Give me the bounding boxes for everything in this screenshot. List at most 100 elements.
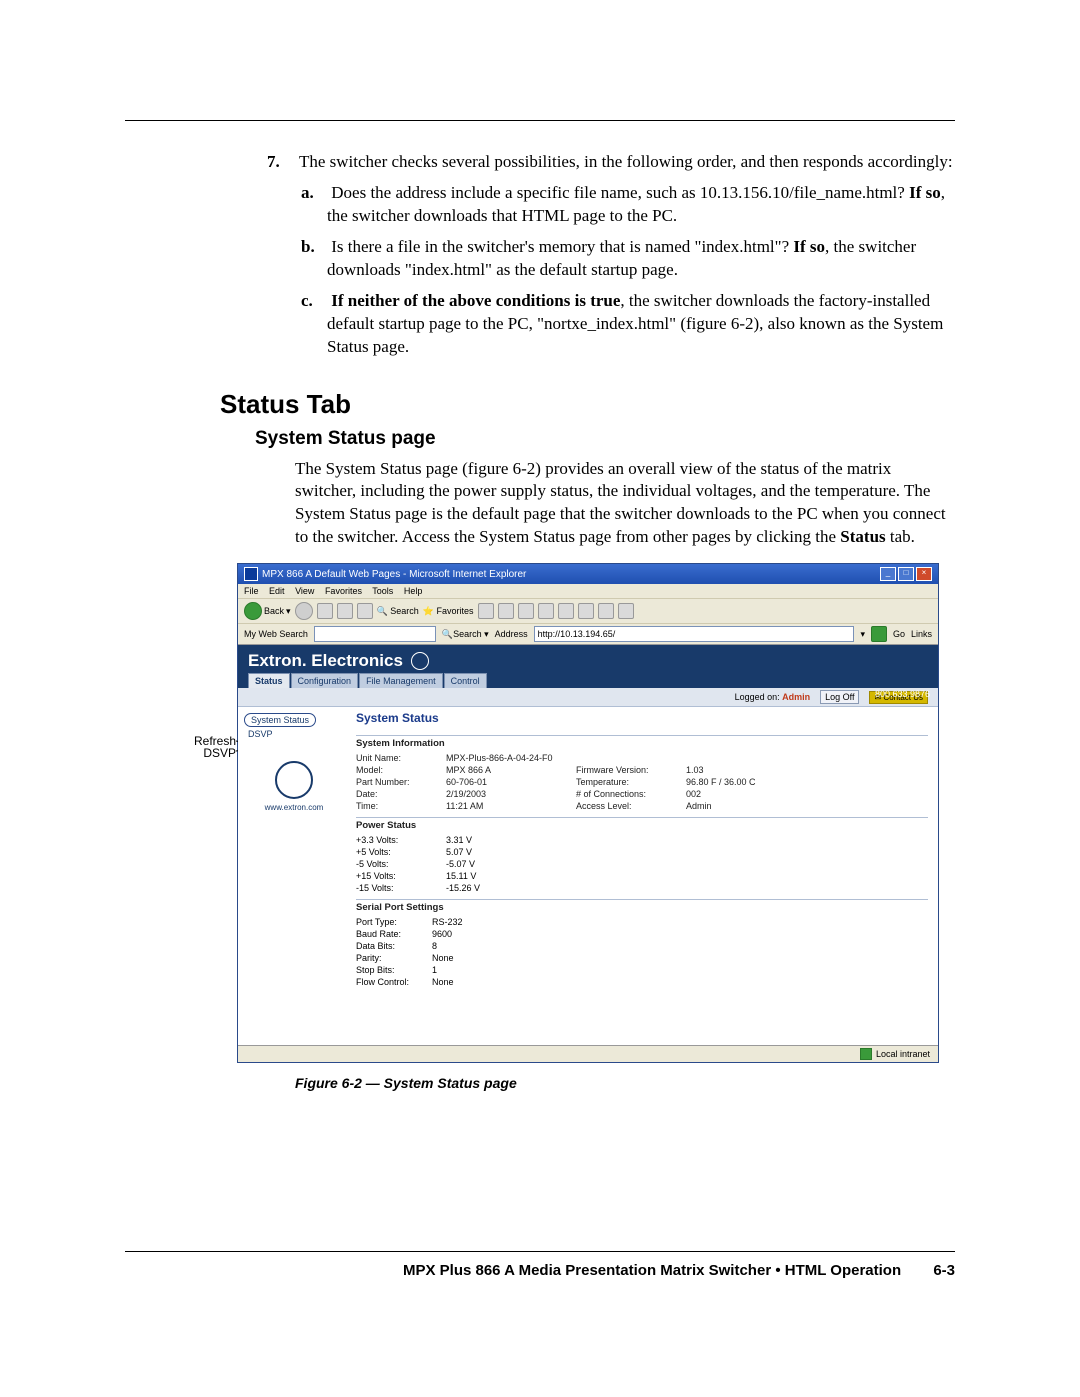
logged-user: Admin bbox=[782, 692, 810, 702]
brand-logo-icon bbox=[411, 652, 429, 670]
status-text: Local intranet bbox=[876, 1049, 930, 1059]
go-label[interactable]: Go bbox=[893, 629, 905, 639]
model-value: MPX 866 A bbox=[446, 765, 576, 775]
sidebar-dsvp[interactable]: DSVP bbox=[248, 729, 273, 739]
tab-configuration[interactable]: Configuration bbox=[291, 673, 359, 688]
heading-system-status: System Status page bbox=[255, 428, 955, 450]
conn-label: # of Connections: bbox=[576, 789, 686, 799]
address-label: Address bbox=[495, 629, 528, 639]
search-label: My Web Search bbox=[244, 629, 308, 639]
power-head: Power Status bbox=[356, 820, 928, 831]
window-title: MPX 866 A Default Web Pages - Microsoft … bbox=[262, 569, 526, 580]
footer-text: MPX Plus 866 A Media Presentation Matrix… bbox=[403, 1262, 901, 1279]
annotation-labels: Refresh DSVP bbox=[194, 735, 236, 759]
tab-control[interactable]: Control bbox=[444, 673, 487, 688]
search-button[interactable]: 🔍 Search bbox=[377, 606, 419, 617]
sidebar-url[interactable]: www.extron.com bbox=[244, 803, 344, 812]
time-label: Time: bbox=[356, 801, 446, 811]
unit-value: MPX-Plus-866-A-04-24-F0 bbox=[446, 753, 576, 763]
brand-header: Extron. Electronics bbox=[238, 645, 938, 673]
unit-label: Unit Name: bbox=[356, 753, 446, 763]
body-paragraph: The System Status page (figure 6-2) prov… bbox=[295, 458, 955, 550]
address-bar: My Web Search 🔍Search ▾ Address http://1… bbox=[238, 624, 938, 645]
top-rule bbox=[125, 120, 955, 121]
close-button[interactable]: × bbox=[916, 567, 932, 581]
acc-value: Admin bbox=[686, 801, 796, 811]
status-bar: Local intranet bbox=[238, 1045, 938, 1062]
main-panel: System Status System Information Unit Na… bbox=[350, 707, 938, 997]
menu-bar: File Edit View Favorites Tools Help bbox=[238, 584, 938, 599]
tab-status[interactable]: Status bbox=[248, 673, 290, 688]
address-input[interactable]: http://10.13.194.65/ bbox=[534, 626, 855, 642]
temp-value: 96.80 F / 36.00 C bbox=[686, 777, 796, 787]
mail-icon[interactable] bbox=[518, 603, 534, 619]
menu-tools[interactable]: Tools bbox=[372, 586, 393, 596]
serial-head: Serial Port Settings bbox=[356, 902, 928, 913]
step-num: 7. bbox=[267, 151, 295, 174]
sub-a: a. Does the address include a specific f… bbox=[327, 182, 955, 228]
step-text: The switcher checks several possibilitie… bbox=[299, 152, 953, 171]
media-icon[interactable] bbox=[478, 603, 494, 619]
step-7: 7. The switcher checks several possibili… bbox=[295, 151, 955, 359]
tab-file-management[interactable]: File Management bbox=[359, 673, 443, 688]
part-label: Part Number: bbox=[356, 777, 446, 787]
go-icon[interactable] bbox=[871, 626, 887, 642]
page-content: Extron. Electronics 800.633.9876 Status … bbox=[238, 645, 938, 1045]
browser-window: MPX 866 A Default Web Pages - Microsoft … bbox=[237, 563, 939, 1063]
sidebar: System Status DSVP www.extron.com bbox=[238, 707, 350, 818]
page-number: 6-3 bbox=[933, 1262, 955, 1279]
discuss-icon[interactable] bbox=[578, 603, 594, 619]
logo-swirl-icon bbox=[275, 761, 313, 799]
system-info-block: System Information Unit Name:MPX-Plus-86… bbox=[356, 735, 928, 811]
sidebar-logo bbox=[244, 761, 344, 799]
menu-favorites[interactable]: Favorites bbox=[325, 586, 362, 596]
fw-value: 1.03 bbox=[686, 765, 796, 775]
time-value: 11:21 AM bbox=[446, 801, 576, 811]
sub-c: c. If neither of the above conditions is… bbox=[327, 290, 955, 359]
web-search-input[interactable] bbox=[314, 626, 436, 642]
temp-label: Temperature: bbox=[576, 777, 686, 787]
sub-b: b. Is there a file in the switcher's mem… bbox=[327, 236, 955, 282]
login-row: Logged on: Admin Log Off ✉ Contact Us bbox=[238, 688, 938, 707]
power-block: Power Status +3.3 Volts:3.31 V +5 Volts:… bbox=[356, 817, 928, 893]
figure-caption: Figure 6-2 — System Status page bbox=[295, 1075, 955, 1091]
favorites-button[interactable]: ⭐ Favorites bbox=[423, 606, 474, 617]
home-icon[interactable] bbox=[357, 603, 373, 619]
serial-block: Serial Port Settings Port Type:RS-232 Ba… bbox=[356, 899, 928, 987]
sub-list: a. Does the address include a specific f… bbox=[327, 182, 955, 359]
maximize-button[interactable]: □ bbox=[898, 567, 914, 581]
part-value: 60-706-01 bbox=[446, 777, 576, 787]
heading-status-tab: Status Tab bbox=[220, 389, 955, 420]
panel-title: System Status bbox=[356, 711, 928, 725]
edit-icon[interactable] bbox=[558, 603, 574, 619]
search-go[interactable]: 🔍Search ▾ bbox=[442, 629, 489, 640]
logoff-button[interactable]: Log Off bbox=[820, 690, 859, 704]
history-icon[interactable] bbox=[498, 603, 514, 619]
minimize-button[interactable]: _ bbox=[880, 567, 896, 581]
dropdown-icon[interactable]: ▾ bbox=[860, 629, 865, 640]
refresh-icon[interactable] bbox=[337, 603, 353, 619]
toolbar: Back ▾ 🔍 Search ⭐ Favorites bbox=[238, 599, 938, 624]
back-button[interactable]: Back ▾ bbox=[244, 602, 291, 620]
links-label[interactable]: Links bbox=[911, 629, 932, 639]
acc-label: Access Level: bbox=[576, 801, 686, 811]
fw-label: Firmware Version: bbox=[576, 765, 686, 775]
zone-icon bbox=[860, 1048, 872, 1060]
sidebar-system-status[interactable]: System Status bbox=[244, 713, 316, 727]
ie-icon bbox=[244, 567, 258, 581]
page-footer: MPX Plus 866 A Media Presentation Matrix… bbox=[125, 1251, 955, 1279]
print-icon[interactable] bbox=[538, 603, 554, 619]
research-icon[interactable] bbox=[598, 603, 614, 619]
messenger-icon[interactable] bbox=[618, 603, 634, 619]
stop-icon[interactable] bbox=[317, 603, 333, 619]
forward-button[interactable] bbox=[295, 602, 313, 620]
brand-text: Extron. Electronics bbox=[248, 651, 403, 671]
figure-container: Refresh DSVP MPX 866 A Default Web Pages… bbox=[237, 563, 947, 1063]
model-label: Model: bbox=[356, 765, 446, 775]
date-label: Date: bbox=[356, 789, 446, 799]
menu-file[interactable]: File bbox=[244, 586, 259, 596]
menu-help[interactable]: Help bbox=[404, 586, 423, 596]
sysinfo-head: System Information bbox=[356, 738, 928, 749]
menu-edit[interactable]: Edit bbox=[269, 586, 285, 596]
menu-view[interactable]: View bbox=[295, 586, 314, 596]
